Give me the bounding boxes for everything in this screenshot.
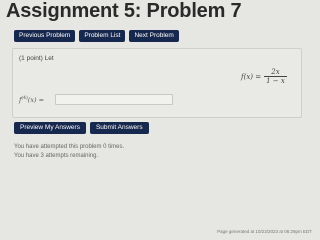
problem-navigation: Previous Problem Problem List Next Probl… <box>14 30 179 42</box>
attempt-status: You have attempted this problem 0 times.… <box>14 143 124 161</box>
function-fraction: 2x 1 − x <box>264 68 287 85</box>
fraction-denominator: 1 − x <box>264 76 287 85</box>
preview-answers-button[interactable]: Preview My Answers <box>14 122 86 134</box>
answer-input[interactable] <box>55 94 173 105</box>
points-label: (1 point) Let <box>19 55 54 62</box>
fraction-numerator: 2x <box>271 68 280 76</box>
problem-list-button[interactable]: Problem List <box>79 30 126 42</box>
answer-actions: Preview My Answers Submit Answers <box>14 122 149 134</box>
page-generated-footer: Page generated at 10/23/2023 at 06:29pm … <box>217 229 312 234</box>
previous-problem-button[interactable]: Previous Problem <box>14 30 76 42</box>
function-formula: f(x) = 2x 1 − x <box>241 68 287 85</box>
attempted-count-text: You have attempted this problem 0 times. <box>14 144 125 150</box>
derivative-suffix: (x) = <box>27 96 45 105</box>
remaining-attempts-text: You have 3 attempts remaining. <box>14 153 99 159</box>
next-problem-button[interactable]: Next Problem <box>129 30 179 42</box>
submit-answers-button[interactable]: Submit Answers <box>89 122 149 134</box>
page-title: Assignment 5: Problem 7 <box>6 0 242 22</box>
derivative-label: f(4)(x) = <box>19 96 44 104</box>
function-lhs: f(x) = <box>241 72 262 81</box>
problem-box: (1 point) Let f(x) = 2x 1 − x f(4)(x) = <box>12 48 302 118</box>
